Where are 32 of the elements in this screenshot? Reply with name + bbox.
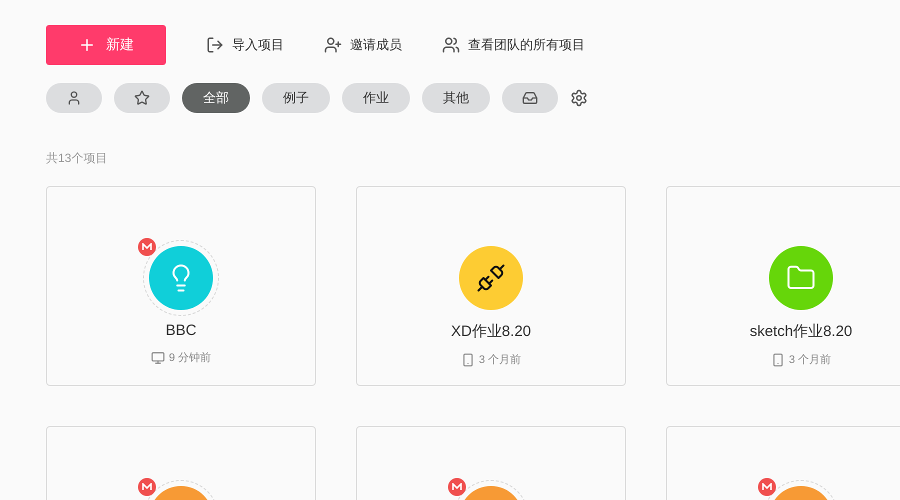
project-card[interactable]: sketch作业8.20 3 个月前	[666, 186, 900, 386]
filter-chip[interactable]: 全部	[182, 83, 250, 113]
users-icon	[442, 36, 460, 54]
project-count: 共13个项目	[46, 150, 108, 167]
project-name: XD作业8.20	[450, 322, 532, 341]
project-name: sketch作业8.20	[750, 322, 852, 341]
plug-icon	[476, 263, 506, 293]
star-icon	[134, 90, 150, 106]
phone-icon	[460, 352, 475, 366]
project-time: 3 个月前	[478, 353, 522, 367]
project-card[interactable]: XD作业8.20 3 个月前	[356, 186, 626, 386]
phone-icon	[770, 352, 785, 366]
filter-chip[interactable]: 例子	[262, 83, 330, 113]
person-icon	[66, 90, 82, 106]
filter-chip[interactable]	[46, 83, 102, 113]
project-time: 9 分钟前	[168, 351, 212, 365]
project-time: 3 个月前	[788, 353, 832, 367]
monitor-icon	[150, 350, 165, 364]
filter-chip[interactable]	[114, 83, 170, 113]
filter-chip[interactable]: 作业	[342, 83, 410, 113]
filter-chip[interactable]	[502, 83, 558, 113]
settings-icon[interactable]	[570, 89, 588, 107]
project-card[interactable]: BBC 9 分钟前	[46, 186, 316, 386]
invite-link[interactable]: 邀请成员	[324, 36, 402, 54]
project-name: BBC	[166, 322, 196, 339]
user-plus-icon	[324, 36, 342, 54]
import-link[interactable]: 导入项目	[206, 36, 284, 54]
filter-chip[interactable]: 其他	[422, 83, 490, 113]
exit-icon	[206, 36, 224, 54]
team-link[interactable]: 查看团队的所有项目	[442, 36, 585, 54]
plus-icon	[78, 36, 96, 54]
inbox-icon	[522, 90, 538, 106]
